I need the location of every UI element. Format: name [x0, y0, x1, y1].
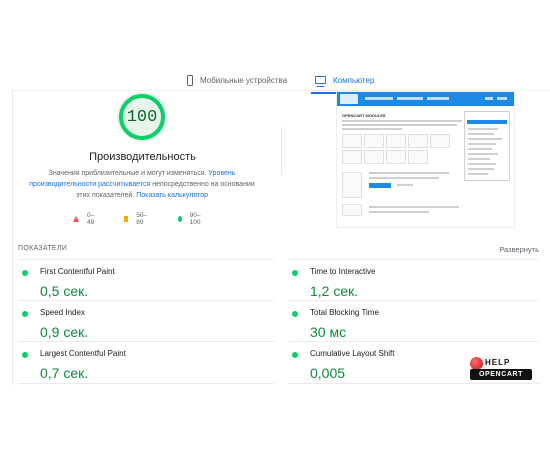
pass-circle-icon: [292, 270, 298, 276]
metric-value: 0,5 сек.: [40, 283, 89, 299]
thumbnail-button: [369, 183, 391, 188]
thumbnail-text-line: [468, 128, 498, 130]
thumbnail-text-line: [468, 173, 488, 175]
legend-range-fail: 0–49: [87, 212, 95, 226]
thumbnail-category-box: [430, 134, 450, 148]
performance-description: Значения приблизительные и могут изменят…: [26, 168, 258, 201]
thumbnail-nav-item: [485, 97, 493, 100]
monitor-icon: [315, 76, 326, 87]
metric-label: Cumulative Layout Shift: [310, 349, 395, 358]
thumbnail-text-line: [369, 206, 459, 208]
metric-label: Speed Index: [40, 308, 85, 317]
metric-label: Largest Contentful Paint: [40, 349, 126, 358]
legend-item-average: 50–89: [124, 212, 149, 226]
thumbnail-nav-item: [397, 97, 423, 100]
thumbnail-product-image: [342, 172, 362, 198]
thumbnail-text-line: [342, 120, 462, 122]
thumbnail-category-box: [364, 134, 384, 148]
metric-total-blocking-time: Total Blocking Time 30 мс: [282, 306, 512, 344]
performance-score-value: 100: [126, 107, 158, 127]
red-triangle-icon: [73, 216, 79, 222]
metrics-header: ПОКАЗАТЕЛИ: [18, 245, 68, 252]
legend-item-pass: 90–100: [178, 212, 203, 226]
metric-label: Total Blocking Time: [310, 308, 379, 317]
thumbnail-dropdown-selected: [467, 120, 507, 124]
metric-value: 0,7 сек.: [40, 365, 89, 381]
thumbnail-header-bar: [337, 92, 514, 106]
thumbnail-category-box: [364, 150, 384, 164]
thumbnail-text-line: [468, 158, 490, 160]
thumbnail-category-box: [408, 150, 428, 164]
thumbnail-category-box: [342, 150, 362, 164]
metric-first-contentful-paint: First Contentful Paint 0,5 сек.: [12, 265, 242, 303]
thumbnail-logo: [340, 94, 358, 104]
metric-value: 1,2 сек.: [310, 283, 359, 299]
metric-value: 0,9 сек.: [40, 324, 89, 340]
thumbnail-text-line: [468, 143, 496, 145]
green-circle-icon: [178, 216, 182, 222]
metric-speed-index: Speed Index 0,9 сек.: [12, 306, 242, 344]
tab-desktop-label: Компьютер: [333, 75, 375, 85]
metric-largest-contentful-paint: Largest Contentful Paint 0,7 сек.: [12, 347, 242, 385]
orange-square-icon: [124, 216, 129, 222]
legend-range-pass: 90–100: [189, 212, 201, 226]
final-screenshot-thumbnail: OPENCART MODULES: [337, 92, 514, 227]
description-text-1: Значения приблизительные и могут изменят…: [48, 170, 209, 177]
thumbnail-text-line: [369, 211, 429, 213]
pass-circle-icon: [22, 270, 28, 276]
help-opencart-watermark-logo: HELP OPENCART: [470, 357, 532, 381]
thumbnail-category-box: [408, 134, 428, 148]
thumbnail-category-box: [342, 134, 362, 148]
thumbnail-text-line: [342, 128, 402, 130]
metric-time-to-interactive: Time to Interactive 1,2 сек.: [282, 265, 512, 303]
metric-label: First Contentful Paint: [40, 267, 115, 276]
thumbnail-nav-item: [497, 97, 507, 100]
thumbnail-text-line: [468, 138, 502, 140]
thumbnail-dropdown: [465, 112, 509, 180]
thumbnail-product-image: [342, 204, 362, 216]
metric-label: Time to Interactive: [310, 267, 376, 276]
thumbnail-text-line: [468, 148, 492, 150]
show-calculator-link[interactable]: Показать калькулятор: [136, 192, 208, 199]
performance-score-gauge: 100: [117, 92, 167, 142]
watermark-line-2: OPENCART: [470, 369, 532, 380]
expand-metrics-toggle[interactable]: Развернуть: [499, 245, 539, 254]
thumbnail-text-line: [369, 172, 449, 174]
thumbnail-heading: OPENCART MODULES: [342, 113, 386, 118]
watermark-line-1: HELP: [485, 358, 511, 367]
thumbnail-text-line: [468, 133, 494, 135]
thumbnail-text-line: [468, 163, 496, 165]
metric-value: 0,005: [310, 365, 346, 381]
summary-divider: [281, 127, 282, 175]
legend-item-fail: 0–49: [73, 212, 94, 226]
thumbnail-text-line: [369, 177, 439, 179]
thumbnail-nav-item: [365, 97, 393, 100]
tab-mobile-label: Мобильные устройства: [200, 75, 288, 85]
pass-circle-icon: [292, 311, 298, 317]
thumbnail-text-line: [342, 124, 457, 126]
performance-title: Производительность: [89, 151, 196, 163]
thumbnail-text-line: [397, 184, 413, 186]
smartphone-icon: [187, 74, 193, 86]
metrics-divider: [18, 259, 274, 260]
legend-range-average: 50–89: [136, 212, 148, 226]
thumbnail-category-box: [386, 134, 406, 148]
thumbnail-text-line: [468, 168, 494, 170]
pass-circle-icon: [22, 311, 28, 317]
thumbnail-text-line: [468, 153, 498, 155]
thumbnail-category-box: [386, 150, 406, 164]
metrics-divider: [289, 259, 539, 260]
metric-value: 30 мс: [310, 324, 347, 340]
pass-circle-icon: [292, 352, 298, 358]
thumbnail-nav-item: [427, 97, 449, 100]
pass-circle-icon: [22, 352, 28, 358]
